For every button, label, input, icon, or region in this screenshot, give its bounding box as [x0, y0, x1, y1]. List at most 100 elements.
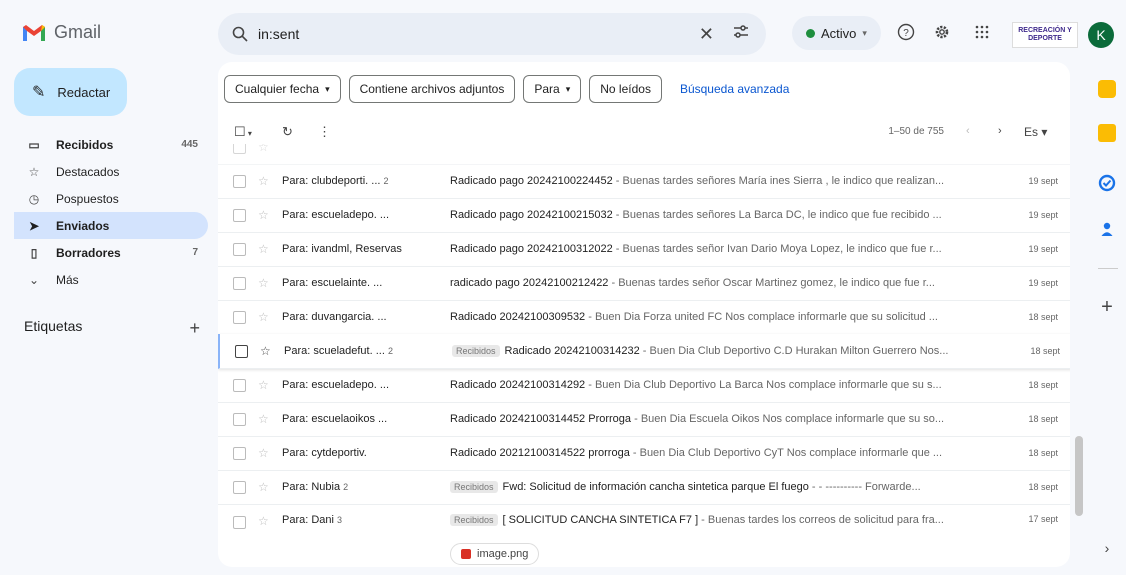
- table-row[interactable]: ☆ Para: escueladepo. ... Radicado 202421…: [218, 368, 1070, 403]
- input-language-selector[interactable]: Es ▾: [1024, 125, 1047, 139]
- gmail-logo[interactable]: Gmail: [22, 22, 101, 43]
- recipient: Para: scueladefut. ... 2: [284, 345, 393, 357]
- dropdown-arrow-icon: ▾: [325, 83, 330, 94]
- contacts-icon[interactable]: [1098, 220, 1116, 238]
- newer-page-icon[interactable]: ‹: [966, 125, 970, 137]
- scrollbar[interactable]: [1075, 436, 1083, 516]
- table-row[interactable]: ☆ Para: cytdeportiv. Radicado 2021210031…: [218, 436, 1070, 471]
- refresh-icon[interactable]: ↻: [282, 124, 293, 140]
- advanced-search-link[interactable]: Búsqueda avanzada: [680, 82, 789, 96]
- apps-grid-icon[interactable]: [970, 20, 994, 44]
- table-row[interactable]: ☆ Para: Nubia 2 Recibidos Fwd: Solicitud …: [218, 470, 1070, 505]
- add-addon-icon[interactable]: +: [1098, 297, 1116, 317]
- date: 18 sept: [1028, 414, 1058, 424]
- star-icon[interactable]: ☆: [258, 480, 269, 494]
- select-all-checkbox[interactable]: ☐ ▾: [234, 124, 252, 140]
- chip-label: Contiene archivos adjuntos: [359, 82, 505, 96]
- sidebar-item-more[interactable]: ⌄ Más: [14, 266, 208, 293]
- subject: Fwd: Solicitud de información cancha sin…: [502, 481, 809, 493]
- sidebar-item-label: Borradores: [56, 245, 121, 260]
- sidebar-item-drafts[interactable]: ▯ Borradores 7: [14, 239, 208, 266]
- search-input[interactable]: [256, 25, 700, 43]
- sidebar-item-snoozed[interactable]: ◷ Pospuestos: [14, 185, 208, 212]
- recipient: Para: escueladepo. ...: [282, 209, 390, 221]
- table-row[interactable]: ☆ Para: Dani 3 Recibidos [ SOLICITUD CANC…: [218, 504, 1070, 566]
- snippet: - Buenas tardes señores María ines Sierr…: [612, 175, 945, 187]
- search-options-icon[interactable]: [732, 23, 750, 46]
- calendar-icon[interactable]: [1098, 80, 1116, 98]
- older-page-icon[interactable]: ›: [998, 125, 1002, 137]
- add-label-icon[interactable]: +: [189, 318, 200, 339]
- organization-logo[interactable]: RECREACIÓN Y DEPORTE: [1012, 22, 1078, 48]
- star-icon[interactable]: ☆: [260, 344, 271, 358]
- recipient: Para: Nubia 2: [282, 481, 349, 493]
- row-checkbox[interactable]: [235, 344, 248, 358]
- row-checkbox[interactable]: [233, 276, 246, 290]
- table-row[interactable]: ☆ Para: ivandml, Reservas Radicado pago …: [218, 232, 1070, 267]
- table-row[interactable]: ☆: [218, 144, 1070, 165]
- more-options-icon[interactable]: ⋮: [318, 124, 331, 140]
- star-icon: ☆: [28, 164, 40, 179]
- row-checkbox[interactable]: [233, 144, 246, 154]
- star-icon[interactable]: ☆: [258, 378, 269, 392]
- row-checkbox[interactable]: [233, 310, 246, 324]
- star-icon[interactable]: ☆: [258, 310, 269, 324]
- pagination-info: 1–50 de 755: [888, 126, 944, 137]
- compose-button[interactable]: ✎ Redactar: [14, 68, 127, 116]
- star-icon[interactable]: ☆: [258, 514, 269, 528]
- star-icon[interactable]: ☆: [258, 174, 269, 188]
- row-checkbox[interactable]: [233, 208, 246, 222]
- date-filter-chip[interactable]: Cualquier fecha ▾: [224, 75, 341, 103]
- table-row[interactable]: ☆ Para: escuelaoikos ... Radicado 202421…: [218, 402, 1070, 437]
- chip-label: Para: [534, 82, 560, 96]
- table-row[interactable]: ☆ Para: escuelainte. ... radicado pago 2…: [218, 266, 1070, 301]
- star-icon[interactable]: ☆: [258, 412, 269, 426]
- unread-filter-chip[interactable]: No leídos: [589, 75, 662, 103]
- table-row[interactable]: ☆ Para: clubdeporti. ... 2 Radicado pago…: [218, 164, 1070, 199]
- star-icon[interactable]: ☆: [258, 276, 269, 290]
- row-checkbox[interactable]: [233, 516, 246, 529]
- date: 19 sept: [1028, 176, 1058, 186]
- star-icon[interactable]: ☆: [258, 208, 269, 222]
- keep-icon[interactable]: [1098, 124, 1116, 142]
- date: 18 sept: [1028, 380, 1058, 390]
- table-row[interactable]: ☆ Para: escueladepo. ... Radicado pago 2…: [218, 198, 1070, 233]
- star-icon[interactable]: ☆: [258, 242, 269, 256]
- date: 18 sept: [1028, 312, 1058, 322]
- sidebar-item-starred[interactable]: ☆ Destacados: [14, 158, 208, 185]
- expand-panel-icon[interactable]: ›: [1098, 540, 1116, 558]
- row-checkbox[interactable]: [233, 480, 246, 494]
- label-badge: Recibidos: [450, 481, 498, 493]
- message-preview: Radicado 20212100314522 prorroga - Buen …: [450, 447, 990, 459]
- to-filter-chip[interactable]: Para ▾: [523, 75, 582, 103]
- row-checkbox[interactable]: [233, 446, 246, 460]
- search-bar[interactable]: ✕: [218, 13, 766, 55]
- date: 18 sept: [1028, 448, 1058, 458]
- row-checkbox[interactable]: [233, 174, 246, 188]
- attachment-chip[interactable]: image.png: [450, 543, 540, 565]
- snippet: - Buen Dia Club Deportivo La Barca Nos c…: [585, 379, 942, 391]
- table-row[interactable]: ☆ Para: scueladefut. ... 2 Recibidos Radi…: [218, 334, 1070, 369]
- row-checkbox[interactable]: [233, 412, 246, 426]
- snippet: - Buen Dia Club Deportivo C.D Hurakan Mi…: [639, 345, 949, 357]
- avatar[interactable]: K: [1088, 22, 1114, 48]
- help-icon[interactable]: ?: [894, 20, 918, 44]
- row-checkbox[interactable]: [233, 378, 246, 392]
- status-button[interactable]: Activo ▾: [792, 16, 881, 50]
- star-icon[interactable]: ☆: [258, 144, 269, 154]
- recipient: Para: escuelaoikos ...: [282, 413, 388, 425]
- sidebar-item-inbox[interactable]: ▭ Recibidos 445: [14, 131, 208, 158]
- table-row[interactable]: ☆ Para: duvangarcia. ... Radicado 202421…: [218, 300, 1070, 335]
- star-icon[interactable]: ☆: [258, 446, 269, 460]
- sidebar-item-sent[interactable]: ➤ Enviados: [14, 212, 208, 239]
- clear-search-icon[interactable]: ✕: [699, 24, 714, 45]
- settings-gear-icon[interactable]: [930, 20, 954, 44]
- recipient: Para: escuelainte. ...: [282, 277, 383, 289]
- row-checkbox[interactable]: [233, 242, 246, 256]
- search-icon[interactable]: [230, 24, 250, 44]
- attachments-filter-chip[interactable]: Contiene archivos adjuntos: [348, 75, 516, 103]
- date: 19 sept: [1028, 244, 1058, 254]
- pencil-icon: ✎: [32, 84, 46, 101]
- tasks-icon[interactable]: [1098, 174, 1116, 192]
- snippet: - Buenas tardes los correos de solicitud…: [698, 514, 944, 526]
